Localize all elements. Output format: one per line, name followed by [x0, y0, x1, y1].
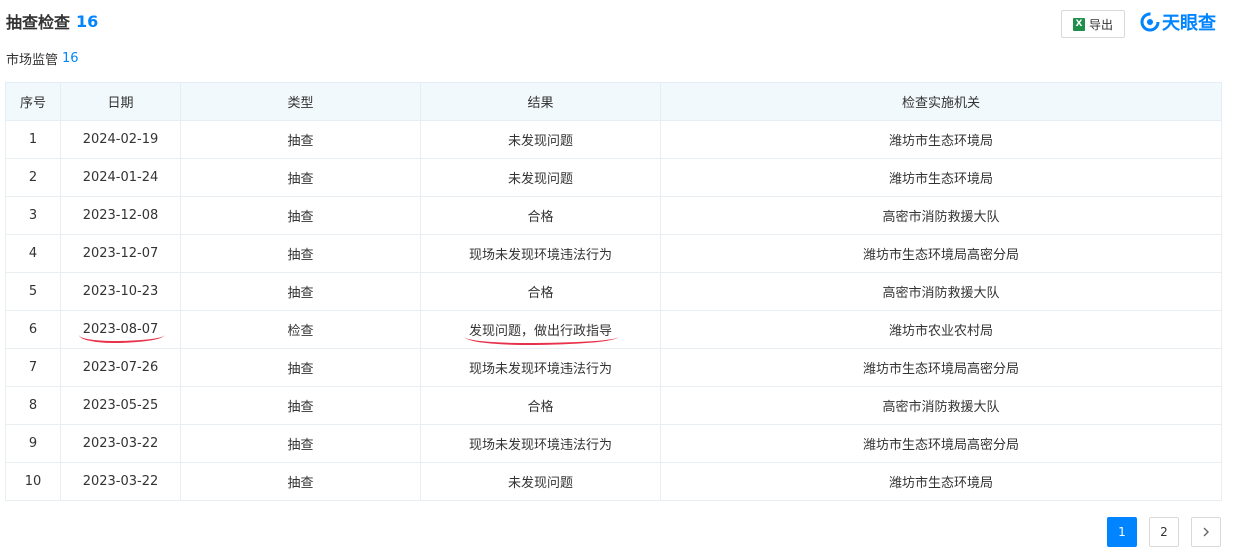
- cell-agency: 潍坊市生态环境局高密分局: [660, 234, 1222, 273]
- cell-agency: 潍坊市生态环境局高密分局: [660, 424, 1222, 463]
- table-row: 3 2023-12-08 抽查 合格 高密市消防救援大队: [5, 196, 1222, 235]
- chevron-right-icon: [1203, 527, 1209, 537]
- cell-type: 抽查: [180, 348, 421, 387]
- export-label: 导出: [1088, 17, 1113, 32]
- cell-type: 抽查: [180, 386, 421, 425]
- table-row: 2 2024-01-24 抽查 未发现问题 潍坊市生态环境局: [5, 158, 1222, 197]
- cell-result: 发现问题，做出行政指导: [420, 310, 661, 349]
- cell-index: 6: [5, 310, 61, 349]
- cell-index: 2: [5, 158, 61, 197]
- table-row: 9 2023-03-22 抽查 现场未发现环境违法行为 潍坊市生态环境局高密分局: [5, 424, 1222, 463]
- cell-index: 9: [5, 424, 61, 463]
- cell-agency: 潍坊市生态环境局高密分局: [660, 348, 1222, 387]
- subcategory-count: 16: [62, 51, 79, 66]
- cell-result: 未发现问题: [420, 158, 661, 197]
- underlined-date: 2023-08-07: [78, 322, 164, 343]
- cell-index: 7: [5, 348, 61, 387]
- cell-agency: 高密市消防救援大队: [660, 196, 1222, 235]
- cell-agency: 潍坊市生态环境局: [660, 120, 1222, 159]
- cell-date: 2023-12-08: [60, 196, 181, 235]
- cell-date: 2024-02-19: [60, 120, 181, 159]
- excel-icon: X: [1072, 17, 1085, 31]
- cell-agency: 潍坊市生态环境局: [660, 462, 1222, 501]
- cell-result: 现场未发现环境违法行为: [420, 234, 661, 273]
- brand-logo: 天眼查: [1140, 10, 1216, 34]
- column-header-agency: 检查实施机关: [660, 82, 1222, 121]
- cell-type: 抽查: [180, 424, 421, 463]
- cell-type: 抽查: [180, 234, 421, 273]
- cell-index: 3: [5, 196, 61, 235]
- cell-date: 2023-10-23: [60, 272, 181, 311]
- underlined-result: 发现问题，做出行政指导: [464, 320, 619, 345]
- cell-result: 现场未发现环境违法行为: [420, 348, 661, 387]
- section-title: 抽查检查: [6, 13, 71, 32]
- next-page-button[interactable]: [1191, 517, 1221, 547]
- export-button[interactable]: X 导出: [1061, 10, 1125, 38]
- column-header-result: 结果: [420, 82, 661, 121]
- cell-result: 合格: [420, 386, 661, 425]
- cell-date: 2023-03-22: [60, 462, 181, 501]
- section-count: 16: [76, 11, 99, 31]
- column-header-date: 日期: [60, 82, 181, 121]
- table-row: 5 2023-10-23 抽查 合格 高密市消防救援大队: [5, 272, 1222, 311]
- table-row: 8 2023-05-25 抽查 合格 高密市消防救援大队: [5, 386, 1222, 425]
- cell-date: 2024-01-24: [60, 158, 181, 197]
- table-row: 6 2023-08-07 检查 发现问题，做出行政指导 潍坊市农业农村局: [5, 310, 1222, 349]
- cell-index: 10: [5, 462, 61, 501]
- page-button-2[interactable]: 2: [1149, 517, 1179, 547]
- cell-agency: 高密市消防救援大队: [660, 272, 1222, 311]
- cell-result: 现场未发现环境违法行为: [420, 424, 661, 463]
- subcategory-label: 市场监管: [6, 53, 59, 68]
- cell-date: 2023-07-26: [60, 348, 181, 387]
- cell-type: 检查: [180, 310, 421, 349]
- cell-type: 抽查: [180, 120, 421, 159]
- cell-index: 1: [5, 120, 61, 159]
- page-button-1[interactable]: 1: [1107, 517, 1137, 547]
- cell-type: 抽查: [180, 158, 421, 197]
- subcategory: 市场监管 16: [6, 49, 79, 68]
- column-header-index: 序号: [5, 82, 61, 121]
- table-row: 7 2023-07-26 抽查 现场未发现环境违法行为 潍坊市生态环境局高密分局: [5, 348, 1222, 387]
- inspection-table: 序号 日期 类型 结果 检查实施机关 1 2024-02-19 抽查 未发现问题…: [5, 82, 1222, 501]
- cell-type: 抽查: [180, 196, 421, 235]
- cell-agency: 潍坊市生态环境局: [660, 158, 1222, 197]
- table-row: 1 2024-02-19 抽查 未发现问题 潍坊市生态环境局: [5, 120, 1222, 159]
- cell-index: 5: [5, 272, 61, 311]
- cell-date: 2023-12-07: [60, 234, 181, 273]
- cell-result: 合格: [420, 196, 661, 235]
- cell-index: 4: [5, 234, 61, 273]
- cell-date: 2023-05-25: [60, 386, 181, 425]
- section-header: 抽查检查 16: [6, 11, 99, 33]
- cell-index: 8: [5, 386, 61, 425]
- cell-type: 抽查: [180, 272, 421, 311]
- cell-date: 2023-08-07: [60, 310, 181, 349]
- table-row: 10 2023-03-22 抽查 未发现问题 潍坊市生态环境局: [5, 462, 1222, 501]
- cell-date: 2023-03-22: [60, 424, 181, 463]
- logo-mark-icon: [1140, 12, 1160, 32]
- cell-agency: 潍坊市农业农村局: [660, 310, 1222, 349]
- cell-agency: 高密市消防救援大队: [660, 386, 1222, 425]
- column-header-type: 类型: [180, 82, 421, 121]
- table-header-row: 序号 日期 类型 结果 检查实施机关: [5, 82, 1222, 121]
- pagination: 1 2: [1107, 517, 1221, 547]
- logo-text: 天眼查: [1162, 13, 1216, 34]
- cell-type: 抽查: [180, 462, 421, 501]
- cell-result: 未发现问题: [420, 462, 661, 501]
- cell-result: 未发现问题: [420, 120, 661, 159]
- cell-result: 合格: [420, 272, 661, 311]
- table-row: 4 2023-12-07 抽查 现场未发现环境违法行为 潍坊市生态环境局高密分局: [5, 234, 1222, 273]
